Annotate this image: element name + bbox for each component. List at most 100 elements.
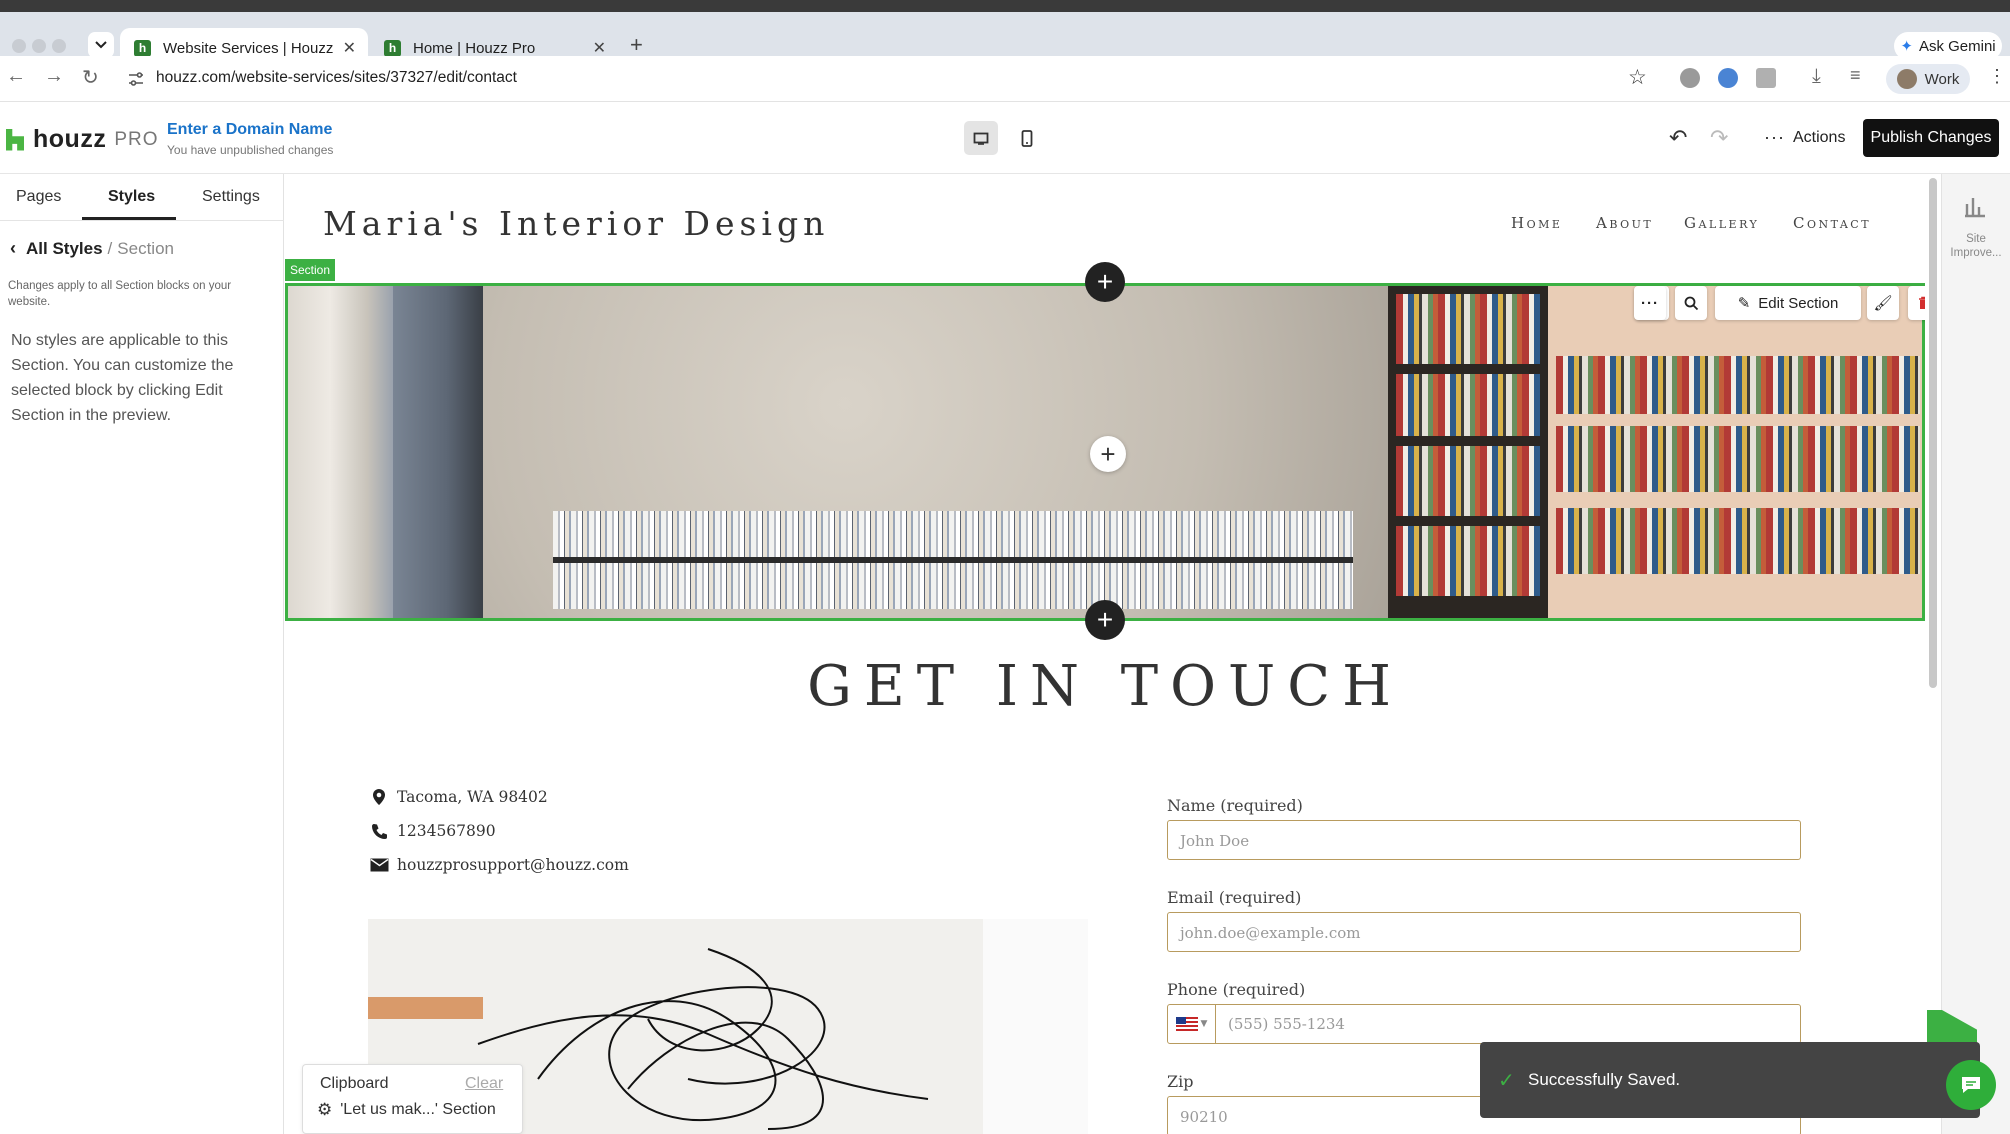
trash-icon	[1919, 296, 1925, 309]
mobile-view-button[interactable]	[1010, 121, 1044, 155]
site-improve-label[interactable]: Site Improve...	[1946, 232, 2006, 260]
houzz-logo-icon	[6, 128, 24, 151]
contact-phone: 1234567890	[369, 822, 496, 840]
reload-icon[interactable]: ↻	[82, 65, 99, 90]
undo-icon[interactable]: ↶	[1669, 125, 1687, 151]
name-placeholder: John Doe	[1180, 832, 1250, 850]
site-nav-gallery[interactable]: Gallery	[1684, 214, 1759, 232]
email-placeholder: john.doe@example.com	[1180, 924, 1361, 942]
more-dots-icon: ···	[1764, 127, 1785, 147]
chevron-left-icon[interactable]: ‹	[10, 238, 16, 259]
publish-changes-button[interactable]: Publish Changes	[1863, 119, 1999, 157]
system-menubar	[0, 0, 2010, 12]
desktop-view-button[interactable]	[964, 121, 998, 155]
editor-sidebar: Pages Styles Settings ‹ All Styles / Sec…	[0, 174, 284, 1134]
delete-section-button[interactable]	[1908, 286, 1925, 320]
window-close-control[interactable]	[12, 39, 26, 53]
site-nav-contact[interactable]: Contact	[1793, 214, 1871, 232]
email-input[interactable]: john.doe@example.com	[1167, 912, 1801, 952]
address-text: Tacoma, WA 98402	[397, 788, 548, 806]
country-code-select[interactable]: ▼	[1168, 1005, 1216, 1043]
site-nav-home[interactable]: Home	[1511, 214, 1562, 232]
actions-menu-button[interactable]: ··· Actions	[1764, 127, 1845, 148]
image-background-edge	[983, 919, 1088, 1134]
reading-list-icon[interactable]: ≡	[1850, 65, 1861, 86]
back-arrow-icon[interactable]: ←	[6, 65, 26, 88]
site-title[interactable]: Maria's Interior Design	[323, 204, 829, 243]
clipboard-title: Clipboard	[320, 1075, 389, 1092]
name-label: Name (required)	[1167, 796, 1303, 815]
close-tab-icon[interactable]: ✕	[343, 38, 356, 58]
style-section-button[interactable]: 🖌	[1867, 286, 1899, 320]
tab-settings[interactable]: Settings	[202, 188, 260, 206]
add-section-below-button[interactable]: +	[1085, 600, 1125, 640]
clipboard-item-label: 'Let us mak...' Section	[340, 1101, 496, 1118]
phone-input[interactable]: ▼ (555) 555-1234	[1167, 1004, 1801, 1044]
chat-button[interactable]	[1946, 1060, 1996, 1110]
wire-sculpture	[477, 948, 929, 1130]
window-frame	[288, 286, 393, 618]
tab-title: Home | Houzz Pro	[413, 39, 536, 57]
profile-button[interactable]: Work	[1886, 64, 1970, 94]
clipboard-clear-link[interactable]: Clear	[465, 1075, 503, 1093]
add-section-above-button[interactable]: +	[1085, 262, 1125, 302]
url-field[interactable]: houzz.com/website-services/sites/37327/e…	[156, 69, 517, 87]
phone-label: Phone (required)	[1167, 980, 1306, 999]
site-nav-about[interactable]: About	[1596, 214, 1653, 232]
sparkle-icon: ✦	[1900, 38, 1913, 55]
get-in-touch-heading[interactable]: GET IN TOUCH	[285, 654, 1925, 719]
tab-search-button[interactable]	[88, 32, 114, 58]
site-improve-icon[interactable]	[1964, 194, 1986, 223]
window-zoom-control[interactable]	[52, 39, 66, 53]
hero-section-image[interactable]: +	[285, 283, 1925, 621]
books-row	[1396, 374, 1540, 436]
forward-arrow-icon[interactable]: →	[44, 65, 64, 88]
close-tab-icon[interactable]: ✕	[593, 38, 606, 58]
books-row	[1556, 426, 1920, 492]
new-tab-button[interactable]: +	[630, 32, 643, 58]
right-panel: Site Improve...	[1941, 174, 2010, 1134]
edit-section-button[interactable]: ✎ Edit Section	[1715, 286, 1861, 320]
check-icon: ✓	[1498, 1070, 1515, 1092]
no-styles-message: No styles are applicable to this Section…	[11, 332, 234, 424]
tab-pages[interactable]: Pages	[16, 188, 61, 206]
toast-message: Successfully Saved.	[1528, 1070, 1681, 1089]
download-icon[interactable]: ⤓	[1812, 65, 1821, 88]
us-flag-icon	[1175, 1017, 1198, 1031]
zip-label: Zip	[1167, 1072, 1194, 1091]
divider	[0, 220, 284, 221]
chevron-down-icon: ▼	[1200, 1019, 1208, 1029]
browser-menu-icon[interactable]: ⋮	[1988, 66, 2006, 87]
redo-icon[interactable]: ↷	[1710, 125, 1728, 151]
editor-header: houzz PRO Enter a Domain Name You have u…	[0, 102, 2010, 174]
books-row	[1396, 526, 1540, 596]
window-minimize-control[interactable]	[32, 39, 46, 53]
extension-icon[interactable]	[1680, 68, 1700, 88]
tab-title: Website Services | Houzz	[163, 39, 334, 57]
avatar	[1896, 69, 1917, 89]
extension-zoom-icon[interactable]	[1718, 68, 1738, 88]
houzz-favicon-icon: h	[384, 39, 401, 57]
desktop-icon	[973, 132, 989, 145]
browser-tab-strip: h Website Services | Houzz ✕ h Home | Ho…	[0, 12, 2010, 68]
enter-domain-link[interactable]: Enter a Domain Name	[167, 121, 332, 139]
ask-gemini-label: Ask Gemini	[1918, 37, 1996, 55]
success-toast: ✓ Successfully Saved.	[1480, 1042, 1980, 1118]
houzz-pro-logo[interactable]: houzz PRO	[6, 125, 159, 154]
tab-styles[interactable]: Styles	[108, 188, 155, 206]
phone-icon	[369, 823, 389, 840]
add-block-button[interactable]: +	[1090, 436, 1126, 472]
site-settings-icon[interactable]	[128, 72, 144, 86]
envelope-icon	[369, 858, 389, 872]
zoom-section-button[interactable]	[1675, 286, 1707, 320]
breadcrumb-current: Section	[117, 238, 174, 258]
preview-scrollbar[interactable]	[1929, 178, 1937, 688]
pencil-icon: ✎	[1737, 295, 1751, 312]
site-preview: Maria's Interior Design Home About Galle…	[285, 174, 1925, 1134]
bookmark-star-icon[interactable]: ☆	[1628, 65, 1647, 90]
breadcrumb-all-styles[interactable]: All Styles	[26, 239, 103, 259]
name-input[interactable]: John Doe	[1167, 820, 1801, 860]
extensions-puzzle-icon[interactable]	[1756, 68, 1776, 88]
clipboard-item[interactable]: ⚙ 'Let us mak...' Section	[317, 1100, 496, 1120]
more-options-button[interactable]: ···	[1634, 286, 1666, 320]
